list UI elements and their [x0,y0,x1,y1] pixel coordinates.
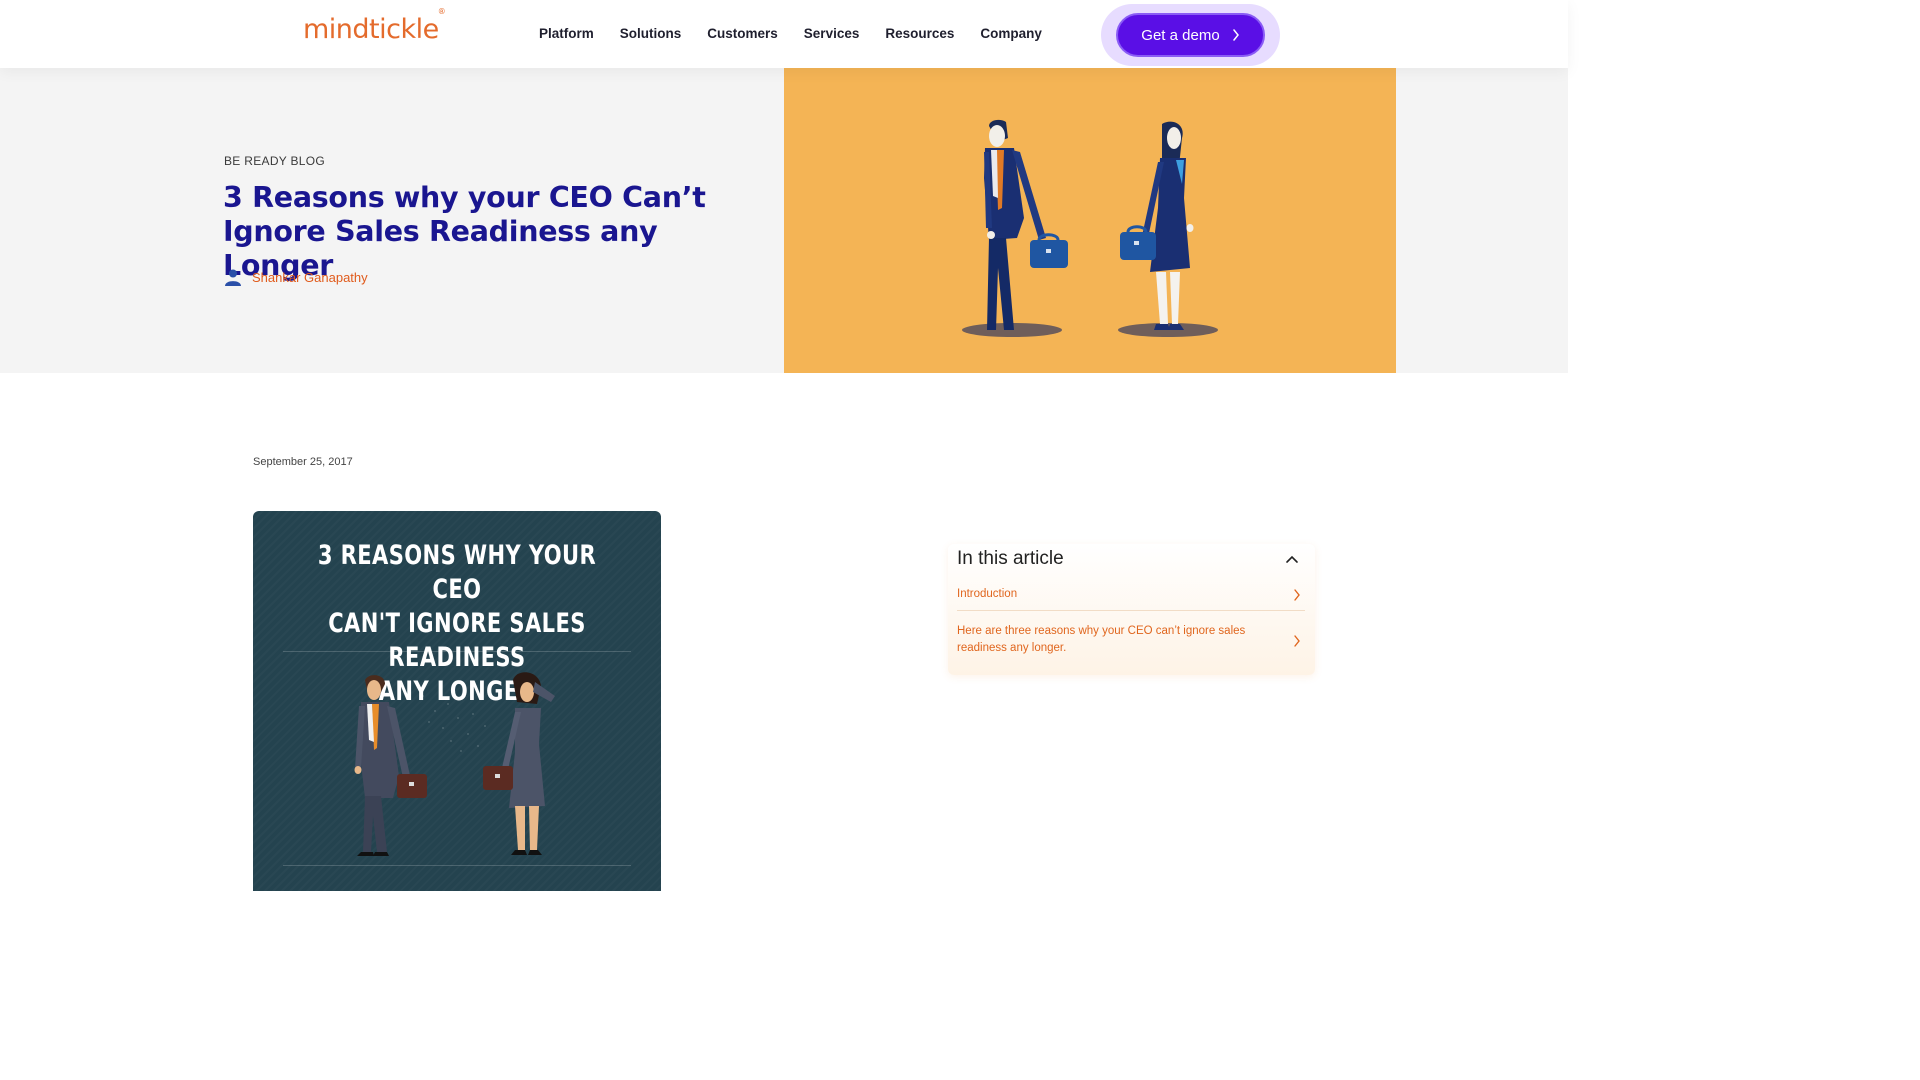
get-a-demo-label: Get a demo [1141,26,1220,44]
toc-heading: In this article [957,548,1064,569]
main-nav: Platform Solutions Customers Services Re… [539,26,1068,41]
toc-divider [957,610,1305,611]
nav-item-solutions[interactable]: Solutions [620,26,682,41]
businessman-figure [984,119,1068,330]
chevron-up-icon[interactable] [1285,552,1299,566]
businesswoman-figure [1120,121,1194,330]
author-byline: Shankar Ganapathy [224,268,368,286]
user-icon [225,269,241,286]
stressed-businesspeople-illustration [354,672,555,856]
top-navigation-bar: mindtickle® Platform Solutions Customers… [0,0,1568,68]
logo-registered-mark: ® [437,7,446,16]
toc-item-introduction[interactable]: Introduction [957,586,1307,604]
chevron-right-icon [1232,29,1239,41]
nav-item-services[interactable]: Services [804,26,860,41]
logo-text: mindtickle [303,14,439,45]
nav-item-customers[interactable]: Customers [707,26,778,41]
hero-illustration [784,68,1396,373]
author-name-link[interactable]: Shankar Ganapathy [252,270,368,285]
nav-item-resources[interactable]: Resources [885,26,954,41]
stressed-man-figure [354,675,427,856]
featured-image-title-line: 3 REASONS WHY YOUR CEO [317,540,597,605]
nav-item-platform[interactable]: Platform [539,26,594,41]
toc-item-label: Here are three reasons why your CEO can’… [957,625,1246,654]
stressed-woman-figure [483,672,555,855]
chevron-right-icon [1294,635,1300,647]
chevron-right-icon [1294,589,1300,601]
featured-image-divider [283,651,631,652]
get-a-demo-button[interactable]: Get a demo [1116,13,1265,57]
toc-item-three-reasons[interactable]: Here are three reasons why your CEO can’… [957,623,1307,659]
toc-item-label: Introduction [957,588,1018,600]
nav-item-company[interactable]: Company [980,26,1042,41]
publish-date: September 25, 2017 [253,456,353,468]
article-featured-image: 3 REASONS WHY YOUR CEO CAN'T IGNORE SALE… [253,511,661,891]
hero-section: BE READY BLOG 3 Reasons why your CEO Can… [0,68,1568,373]
businesspeople-illustration [962,119,1218,337]
blog-category-label[interactable]: BE READY BLOG [224,154,325,168]
table-of-contents: In this article Introduction Here are th… [948,544,1315,675]
mindtickle-logo[interactable]: mindtickle® [303,7,446,45]
